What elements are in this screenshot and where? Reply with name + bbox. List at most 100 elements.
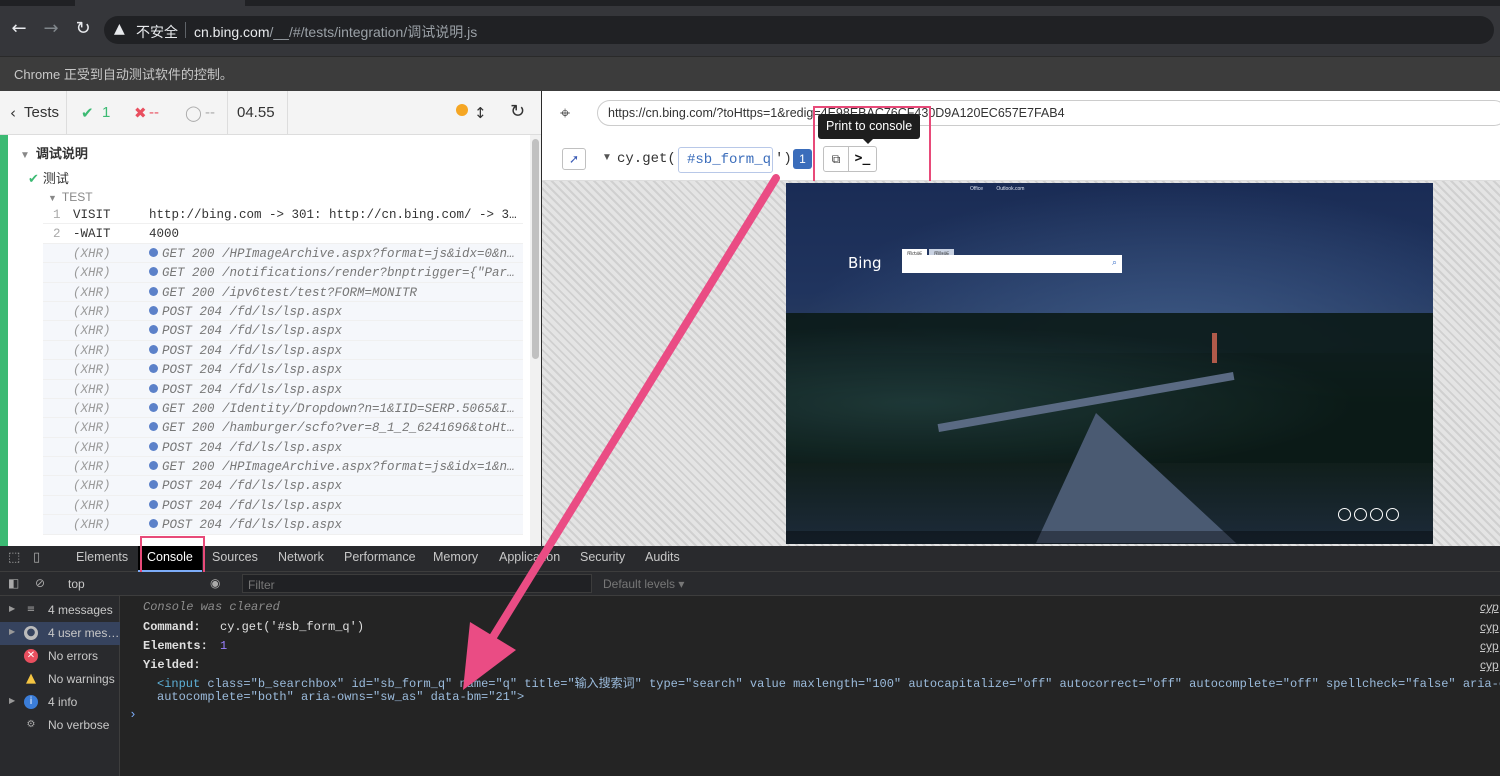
verbose-icon: ⚙ <box>26 719 36 730</box>
bing-nav-office[interactable]: Office <box>970 186 983 192</box>
browser-toolbar: ← → ↻ ▲ 不安全 cn.bing.com/__/#/tests/integ… <box>0 0 1500 56</box>
xhr-status-dot-icon <box>149 383 158 393</box>
clear-console-icon[interactable]: ⊘ <box>35 576 45 590</box>
prev-image-icon[interactable] <box>1354 508 1367 521</box>
command-row[interactable]: (XHR) POST 204 /fd/ls/lsp.aspx <box>43 437 523 458</box>
command-row[interactable]: 1 VISIT http://bing.com -> 301: http://cn.… <box>43 205 523 225</box>
browser-tab[interactable] <box>75 0 245 6</box>
failed-stat: ✖ -- <box>119 91 171 135</box>
tab-sources[interactable]: Sources <box>212 550 258 564</box>
inspect-icon[interactable]: ⬚ <box>8 550 20 565</box>
cypress-reporter: ‹ Tests ✔ 1 ✖ -- ◯ -- 04.55 ↕ ↻ ▼ 调试说明 ✔… <box>0 91 541 546</box>
command-row[interactable]: (XHR) GET 200 /HPImageArchive.aspx?format… <box>43 243 523 264</box>
selector-suffix: ') <box>775 151 792 167</box>
sidebar-toggle-icon[interactable]: ◧ <box>8 576 19 590</box>
sidebar-item-warnings[interactable]: ▲ No warnings <box>0 668 120 691</box>
address-bar[interactable]: ▲ 不安全 cn.bing.com/__/#/tests/integration… <box>104 16 1494 44</box>
sidebar-item-errors[interactable]: ✕ No errors <box>0 645 120 668</box>
devtools-tabbar: ⬚ ▯ Elements Console Sources Network Per… <box>0 546 1500 572</box>
command-row[interactable]: (XHR) POST 204 /fd/ls/lsp.aspx <box>43 379 523 399</box>
highlight-box <box>813 106 931 183</box>
search-icon[interactable]: ⌕ <box>1112 257 1117 268</box>
command-row[interactable]: (XHR) POST 204 /fd/ls/lsp.aspx <box>43 476 523 496</box>
device-toggle-icon[interactable]: ▯ <box>33 550 40 565</box>
yielded-element-line-2[interactable]: autocomplete="both" aria-owns="sw_as" da… <box>157 690 1500 704</box>
xhr-status-dot-icon <box>149 519 158 529</box>
suite-status-bar <box>0 135 8 546</box>
info-icon[interactable] <box>1386 508 1399 521</box>
command-message: POST 204 /fd/ls/lsp.aspx <box>149 518 519 532</box>
divider <box>185 22 186 38</box>
command-row[interactable]: (XHR) POST 204 /fd/ls/lsp.aspx <box>43 321 523 341</box>
resize-arrows-icon[interactable]: ↕ <box>474 104 487 122</box>
command-message: POST 204 /fd/ls/lsp.aspx <box>149 499 519 513</box>
back-arrow-icon[interactable]: ← <box>8 18 30 40</box>
command-message-text: POST 204 /fd/ls/lsp.aspx <box>162 498 343 513</box>
next-image-icon[interactable] <box>1370 508 1383 521</box>
sidebar-item-user-messages[interactable]: ▶ ● 4 user mes… <box>0 622 120 645</box>
log-levels-dropdown[interactable]: Default levels ▾ <box>603 577 684 591</box>
command-row[interactable]: (XHR) GET 200 /notifications/render?bnptr… <box>43 263 523 283</box>
console-prompt-icon[interactable]: › <box>129 707 137 722</box>
command-row[interactable]: (XHR) GET 200 /Identity/Dropdown?n=1&IID=… <box>43 398 523 419</box>
command-row[interactable]: (XHR) GET 200 /HPImageArchive.aspx?format… <box>43 457 523 477</box>
command-row[interactable]: (XHR) POST 204 /fd/ls/lsp.aspx <box>43 301 523 322</box>
command-name: (XHR) <box>73 246 111 261</box>
console-toolbar: ◧ ⊘ top ◉ Filter Default levels ▾ <box>0 572 1500 596</box>
reporter-scrollbar[interactable] <box>530 135 541 546</box>
selector-cursor-button[interactable]: ➚ <box>562 148 586 170</box>
tab-application[interactable]: Application <box>499 550 560 564</box>
bing-search-box[interactable]: ⌕ <box>902 255 1122 273</box>
rerun-icon[interactable]: ↻ <box>510 101 525 122</box>
test-title[interactable]: ✔ 测试 <box>28 168 69 187</box>
scrollbar-thumb[interactable] <box>532 139 539 359</box>
console-filter-input[interactable]: Filter <box>242 574 592 593</box>
bing-nav-outlook[interactable]: Outlook.com <box>996 186 1024 192</box>
context-selector[interactable]: top <box>68 577 85 591</box>
sidebar-item-info[interactable]: ▶ i 4 info <box>0 691 120 714</box>
command-row[interactable]: (XHR) GET 200 /hamburger/scfo?ver=8_1_2_6… <box>43 418 523 438</box>
eye-icon[interactable]: ◉ <box>210 576 220 590</box>
command-row[interactable]: (XHR) POST 204 /fd/ls/lsp.aspx <box>43 360 523 380</box>
source-link[interactable]: cyp <box>1480 600 1499 614</box>
selector-playground-target-icon[interactable]: ⌖ <box>560 103 570 124</box>
reload-icon[interactable]: ↻ <box>72 18 94 40</box>
command-row[interactable]: (XHR) POST 204 /fd/ls/lsp.aspx <box>43 515 523 535</box>
sidebar-item-verbose[interactable]: ⚙ No verbose <box>0 714 120 737</box>
image-info-icon[interactable] <box>1338 508 1351 521</box>
sidebar-item-messages[interactable]: ▶ ≡ 4 messages <box>0 599 120 622</box>
bing-logo[interactable]: Bing <box>848 254 882 272</box>
url-path: /__/#/tests/integration/调试说明.js <box>269 24 478 40</box>
tests-back-button[interactable]: ‹ Tests <box>0 91 67 135</box>
command-row[interactable]: (XHR) GET 200 /ipv6test/test?FORM=MONITR <box>43 282 523 302</box>
tests-label: Tests <box>24 104 60 121</box>
command-message: GET 200 /hamburger/scfo?ver=8_1_2_624169… <box>149 421 519 435</box>
caret-down-icon[interactable]: ▼ <box>602 152 612 163</box>
tab-audits[interactable]: Audits <box>645 550 680 564</box>
tab-memory[interactable]: Memory <box>433 550 478 564</box>
source-link[interactable]: cyp <box>1480 658 1499 672</box>
command-row[interactable]: 2 -WAIT 4000 <box>43 224 523 244</box>
xhr-status-dot-icon <box>149 286 158 296</box>
forward-arrow-icon[interactable]: → <box>40 18 62 40</box>
command-row[interactable]: (XHR) POST 204 /fd/ls/lsp.aspx <box>43 495 523 516</box>
command-message: GET 200 /ipv6test/test?FORM=MONITR <box>149 286 519 300</box>
passed-stat: ✔ 1 <box>67 91 119 135</box>
pending-stat: ◯ -- <box>171 91 228 135</box>
tab-performance[interactable]: Performance <box>344 550 416 564</box>
tab-security[interactable]: Security <box>580 550 625 564</box>
yielded-key: Yielded: <box>143 658 201 672</box>
command-message: POST 204 /fd/ls/lsp.aspx <box>149 479 519 493</box>
duration: 04.55 <box>228 91 288 135</box>
suite-title[interactable]: ▼ 调试说明 <box>20 143 88 162</box>
command-name: (XHR) <box>73 460 111 475</box>
selector-input[interactable]: #sb_form_q <box>678 147 773 173</box>
tab-network[interactable]: Network <box>278 550 324 564</box>
pending-circle-icon: ◯ <box>185 104 202 122</box>
source-link[interactable]: cyp <box>1480 639 1499 653</box>
command-name: (XHR) <box>73 343 111 358</box>
tab-elements[interactable]: Elements <box>76 550 128 564</box>
command-row[interactable]: (XHR) POST 204 /fd/ls/lsp.aspx <box>43 340 523 361</box>
yielded-element-line-1[interactable]: <input class="b_searchbox" id="sb_form_q… <box>157 674 1500 691</box>
source-link[interactable]: cyp <box>1480 620 1499 634</box>
